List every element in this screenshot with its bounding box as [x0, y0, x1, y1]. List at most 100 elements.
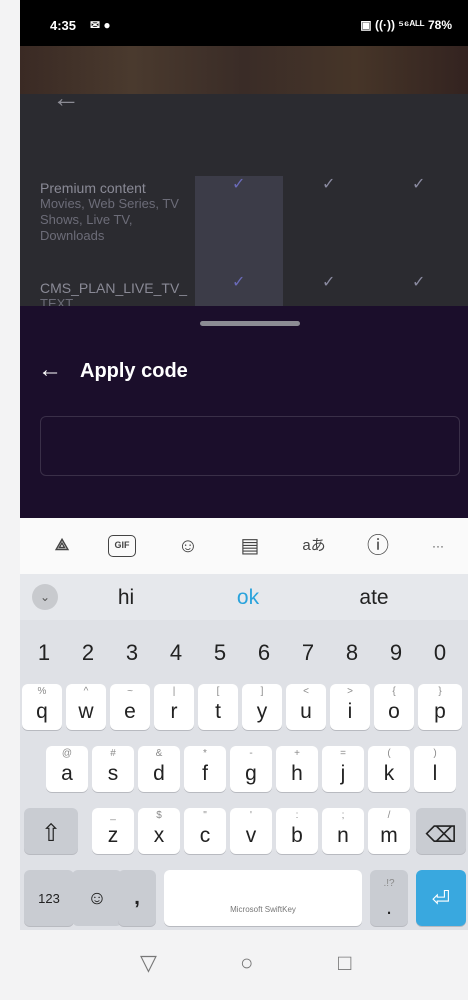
key-alt: <: [303, 686, 309, 697]
key-alt: +: [294, 748, 300, 759]
key-alt: =: [340, 748, 346, 759]
key-0[interactable]: 0: [420, 640, 460, 666]
key-m[interactable]: / m: [368, 808, 410, 854]
sheet-drag-handle[interactable]: [200, 321, 300, 326]
shift-key[interactable]: ⇧: [24, 808, 78, 854]
key-label: b: [291, 824, 303, 847]
key-label: e: [124, 700, 136, 723]
key-alt: %: [37, 686, 47, 697]
check-icon: ✓: [232, 176, 246, 193]
key-alt: _: [110, 810, 116, 821]
key-o[interactable]: {o: [374, 684, 414, 730]
key-label: k: [383, 762, 395, 785]
keyboard-toolbar: ⟁ GIF ☺ ▤ aあ ⓘ ···: [20, 518, 468, 574]
key-x[interactable]: $ x: [138, 808, 180, 854]
backspace-icon: ⌫: [425, 822, 457, 847]
sticker-icon[interactable]: ☺: [174, 532, 202, 560]
key-label: x: [153, 824, 165, 847]
enter-key[interactable]: ⏎: [416, 870, 466, 926]
copilot-icon[interactable]: ⟁: [48, 532, 76, 560]
key-alt: ]: [260, 686, 264, 697]
key-label: s: [107, 762, 119, 785]
key-d[interactable]: & d: [138, 746, 180, 792]
system-nav-bar: ▽ ○ □: [20, 930, 468, 1000]
key-l[interactable]: ) l: [414, 746, 456, 792]
key-a[interactable]: @ a: [46, 746, 88, 792]
bottom-key-row: 123 ☺ , Microsoft SwiftKey .!?. ⏎: [20, 870, 468, 926]
key-label: h: [291, 762, 303, 785]
key-u[interactable]: < u: [286, 684, 326, 730]
key-k[interactable]: (k: [368, 746, 410, 792]
space-key[interactable]: Microsoft SwiftKey: [164, 870, 362, 926]
key-6[interactable]: 6: [244, 640, 284, 666]
key-alt: |: [172, 686, 176, 697]
key-g[interactable]: -g: [230, 746, 272, 792]
nav-recents-icon[interactable]: □: [338, 950, 351, 976]
key-8[interactable]: 8: [332, 640, 372, 666]
key-v[interactable]: ' v: [230, 808, 272, 854]
poster-banner: [20, 46, 468, 94]
suggestion-left[interactable]: hi: [76, 586, 176, 610]
more-icon[interactable]: ···: [424, 532, 452, 560]
symbols-key[interactable]: 123: [24, 870, 74, 926]
key-alt: $: [156, 810, 162, 821]
key-label: d: [153, 762, 165, 785]
key-w[interactable]: ^ w: [66, 684, 106, 730]
clipboard-icon[interactable]: ▤: [236, 532, 264, 560]
key-1[interactable]: 1: [24, 640, 64, 666]
key-5[interactable]: 5: [200, 640, 240, 666]
key-t[interactable]: [t: [198, 684, 238, 730]
key-y[interactable]: ] y: [242, 684, 282, 730]
key-alt: /: [387, 810, 391, 821]
key-n[interactable]: ; n: [322, 808, 364, 854]
key-alt: &: [155, 748, 163, 759]
emoji-key[interactable]: ☺: [72, 870, 122, 926]
back-arrow-icon[interactable]: ←: [38, 358, 62, 382]
key-s[interactable]: # s: [92, 746, 134, 792]
key-label: o: [388, 700, 400, 723]
suggestion-center[interactable]: ok: [198, 586, 298, 610]
code-input[interactable]: [40, 416, 460, 476]
feature-title: CMS_PLAN_LIVE_TV_: [40, 280, 188, 296]
key-z[interactable]: _ z: [92, 808, 134, 854]
gif-icon[interactable]: GIF: [108, 535, 136, 557]
backspace-key[interactable]: ⌫: [416, 808, 466, 854]
keyboard: ⟁ GIF ☺ ▤ aあ ⓘ ··· ⌄ hi ok ate 1 2 3 4 5…: [20, 518, 468, 930]
key-3[interactable]: 3: [112, 640, 152, 666]
key-i[interactable]: > i: [330, 684, 370, 730]
key-label: z: [107, 824, 119, 847]
collapse-keyboard-icon[interactable]: ⌄: [32, 584, 58, 610]
key-e[interactable]: ~ e: [110, 684, 150, 730]
key-label: m: [380, 824, 398, 847]
key-2[interactable]: 2: [68, 640, 108, 666]
phone-screen: 4:35 ✉ ● ▣ ((·)) ⁵⁶ᴬᴸᴸ 78% ← Premium con…: [20, 0, 468, 1000]
key-h[interactable]: + h: [276, 746, 318, 792]
key-7[interactable]: 7: [288, 640, 328, 666]
key-r[interactable]: | r: [154, 684, 194, 730]
period-key[interactable]: .!?.: [370, 870, 408, 926]
key-label: n: [337, 824, 349, 847]
key-alt: ): [433, 748, 437, 759]
nav-home-icon[interactable]: ○: [240, 950, 253, 976]
key-f[interactable]: * f: [184, 746, 226, 792]
comma-key[interactable]: ,: [118, 870, 156, 926]
key-j[interactable]: = j: [322, 746, 364, 792]
info-icon[interactable]: ⓘ: [364, 532, 392, 560]
translate-icon[interactable]: aあ: [300, 532, 328, 560]
sheet-title: Apply code: [80, 360, 188, 382]
nav-back-icon[interactable]: ▽: [140, 950, 157, 976]
key-label: g: [245, 762, 257, 785]
suggestion-right[interactable]: ate: [324, 586, 424, 610]
dimmed-plan-page: ← Premium content Movies, Web Series, TV…: [20, 46, 468, 311]
key-label: f: [202, 762, 208, 785]
key-b[interactable]: :b: [276, 808, 318, 854]
key-9[interactable]: 9: [376, 640, 416, 666]
key-p[interactable]: } p: [418, 684, 462, 730]
key-label: y: [256, 700, 268, 723]
feature-premium: Premium content Movies, Web Series, TV S…: [40, 180, 200, 244]
key-alt: [: [216, 686, 220, 697]
key-q[interactable]: % q: [22, 684, 62, 730]
key-c[interactable]: " c: [184, 808, 226, 854]
key-4[interactable]: 4: [156, 640, 196, 666]
key-alt: >: [347, 686, 353, 697]
